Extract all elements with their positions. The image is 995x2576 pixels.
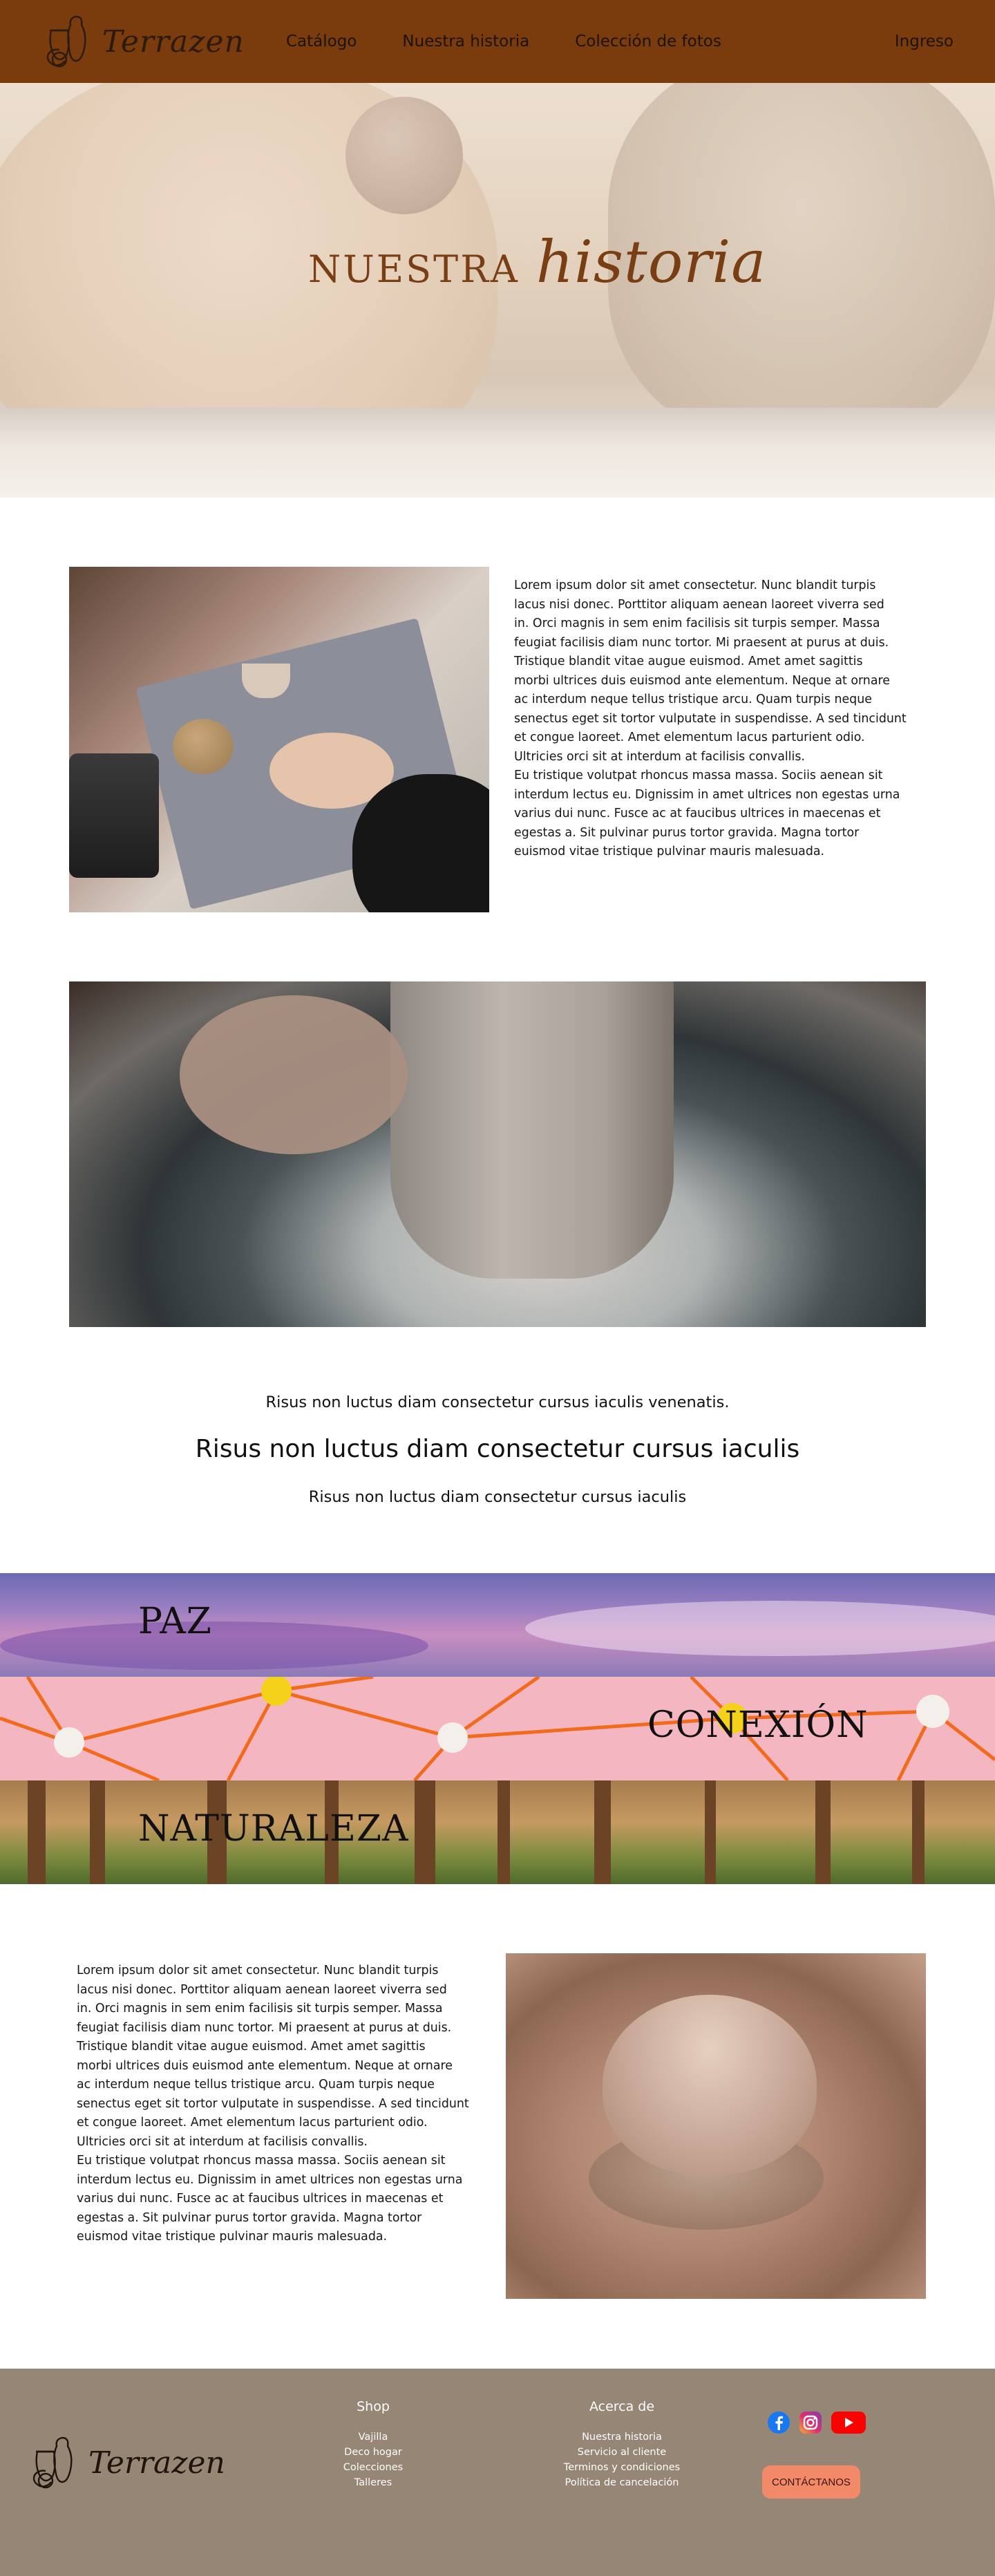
band-paz-label: PAZ — [138, 1601, 212, 1642]
login-link[interactable]: Ingreso — [895, 0, 954, 83]
nav-link-nuestra-historia[interactable]: Nuestra historia — [402, 32, 529, 50]
footer-brand-logo[interactable]: Terrazen — [25, 2431, 225, 2494]
contact-button[interactable]: CONTÁCTANOS — [762, 2465, 860, 2499]
nav-link-catalogo[interactable]: Catálogo — [286, 32, 357, 50]
top-navbar: Terrazen Catálogo Nuestra historia Colec… — [0, 0, 995, 83]
footer-shop-column: Shop Vajilla Deco hogar Colecciones Tall… — [304, 2399, 442, 2490]
footer-shop-heading: Shop — [357, 2399, 390, 2414]
footer-about-heading: Acerca de — [589, 2399, 655, 2414]
hero-title: NUESTRA historia — [308, 228, 766, 296]
pottery-workshop-image — [69, 567, 489, 912]
band-conexion-label: CONEXIÓN — [647, 1704, 869, 1746]
quote-line-3: Risus non luctus diam consectetur cursus… — [308, 1488, 687, 1506]
hero-title-word2: historia — [536, 228, 767, 296]
footer-link-cancelacion[interactable]: Política de cancelación — [532, 2475, 712, 2490]
band-naturaleza: NATURALEZA — [0, 1780, 995, 1884]
brand-logo[interactable]: Terrazen — [39, 10, 245, 73]
footer: Terrazen Shop Vajilla Deco hogar Colecci… — [0, 2369, 995, 2576]
youtube-icon[interactable] — [831, 2410, 866, 2435]
band-conexion: CONEXIÓN — [0, 1677, 995, 1780]
closing-paragraph: Lorem ipsum dolor sit amet consectetur. … — [77, 1964, 469, 2244]
nav-link-coleccion-fotos[interactable]: Colección de fotos — [575, 32, 721, 50]
footer-link-servicio-cliente[interactable]: Servicio al cliente — [532, 2445, 712, 2460]
footer-link-deco-hogar[interactable]: Deco hogar — [304, 2445, 442, 2460]
intro-paragraph: Lorem ipsum dolor sit amet consectetur. … — [514, 579, 907, 858]
pottery-wheel-image — [69, 981, 926, 1327]
band-naturaleza-label: NATURALEZA — [138, 1808, 409, 1850]
clay-bowl-image — [506, 1953, 926, 2299]
footer-link-colecciones[interactable]: Colecciones — [304, 2460, 442, 2475]
footer-link-vajilla[interactable]: Vajilla — [304, 2429, 442, 2445]
brand-name: Terrazen — [102, 23, 245, 59]
hero-banner: NUESTRA historia — [0, 83, 995, 498]
pottery-logo-icon — [46, 15, 86, 68]
footer-brand-name: Terrazen — [88, 2445, 225, 2481]
pottery-logo-icon — [32, 2436, 73, 2489]
quote-line-1: Risus non luctus diam consectetur cursus… — [265, 1393, 730, 1411]
band-paz: PAZ — [0, 1573, 995, 1677]
footer-about-column: Acerca de Nuestra historia Servicio al c… — [532, 2399, 712, 2490]
social-links — [767, 2410, 866, 2435]
footer-link-talleres[interactable]: Talleres — [304, 2475, 442, 2490]
instagram-icon[interactable] — [799, 2411, 822, 2434]
facebook-icon[interactable] — [767, 2411, 790, 2434]
hero-title-word1: NUESTRA — [308, 247, 520, 291]
quote-heading: Risus non luctus diam consectetur cursus… — [195, 1435, 800, 1463]
footer-link-nuestra-historia[interactable]: Nuestra historia — [532, 2429, 712, 2445]
footer-link-terminos[interactable]: Terminos y condiciones — [532, 2460, 712, 2475]
